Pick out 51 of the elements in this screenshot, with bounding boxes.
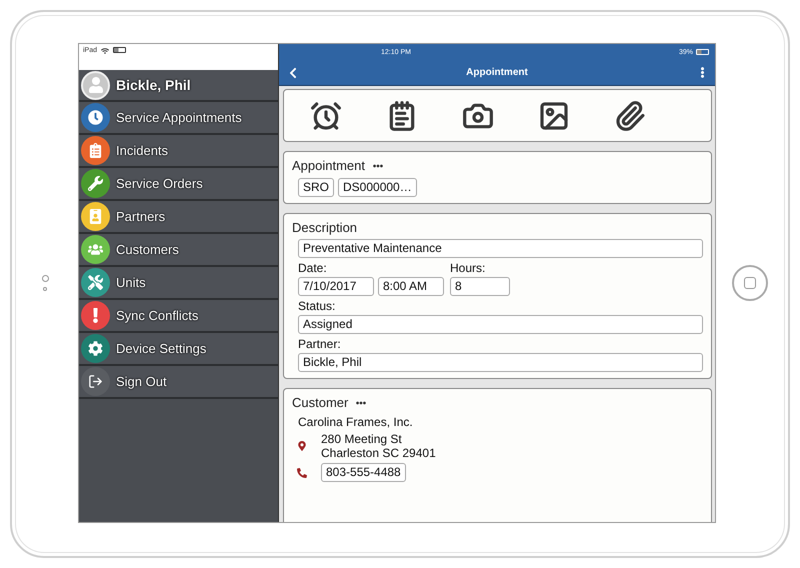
field-label: Hours: — [449, 261, 486, 275]
battery-icon — [696, 49, 709, 55]
menu-item[interactable]: Service Orders — [79, 168, 278, 201]
home-button[interactable] — [732, 265, 768, 301]
image-icon[interactable] — [538, 100, 570, 132]
menu-label: Sign Out — [116, 374, 167, 389]
input-field[interactable]: Assigned — [298, 315, 703, 334]
user-name: Bickle, Phil — [116, 77, 191, 93]
menu-item[interactable]: Device Settings — [79, 333, 278, 366]
field-label: Partner: — [297, 337, 342, 351]
address-line: Charleston SC 29401 — [321, 446, 436, 460]
menu-item[interactable]: Customers — [79, 234, 278, 267]
nav-title: Appointment — [465, 67, 529, 78]
card-title: Appointment — [292, 158, 365, 173]
input-field[interactable]: DS000000… — [338, 178, 417, 197]
card-title: Description — [292, 220, 358, 235]
user-row[interactable]: Bickle, Phil — [79, 70, 278, 102]
menu-item[interactable]: Service Appointments — [79, 102, 278, 135]
menu-label: Partners — [116, 209, 166, 224]
input-field[interactable]: Preventative Maintenance — [298, 239, 703, 258]
menu-label: Service Appointments — [116, 110, 242, 125]
date-field[interactable]: 7/10/2017 — [298, 277, 374, 296]
menu-label: Units — [116, 275, 146, 290]
phone-icon — [295, 468, 309, 478]
menu-label: Customers — [116, 242, 179, 257]
back-icon[interactable] — [287, 66, 299, 78]
menu-item[interactable]: Units — [79, 267, 278, 300]
field-label: Status: — [297, 299, 336, 313]
card-title: Customer — [292, 395, 348, 410]
customer-name: Carolina Frames, Inc. — [297, 415, 414, 429]
wifi-icon — [101, 47, 110, 55]
menu-label: Sync Conflicts — [116, 308, 198, 323]
camera-dot-icon — [42, 275, 48, 282]
menu-item[interactable]: Sign Out — [79, 366, 278, 399]
input-field[interactable]: SRO — [298, 178, 334, 197]
menu-item[interactable]: Partners — [79, 201, 278, 234]
battery-icon — [113, 47, 126, 53]
alarm-clock-icon[interactable] — [310, 100, 342, 132]
field-label: Date: — [297, 261, 328, 275]
time-field[interactable]: 8:00 AM — [378, 277, 444, 296]
address-line: 280 Meeting St — [321, 432, 403, 446]
input-field[interactable]: Bickle, Phil — [298, 353, 703, 372]
menu-label: Incidents — [116, 143, 168, 158]
menu-item[interactable]: Incidents — [79, 135, 278, 168]
menu-item[interactable]: Sync Conflicts — [79, 300, 278, 333]
paperclip-icon[interactable] — [614, 100, 646, 132]
phone-field[interactable]: 803-555-4488 — [321, 463, 406, 482]
menu-label: Device Settings — [116, 341, 206, 356]
sensor-dot-icon — [43, 287, 47, 291]
input-field[interactable]: 8 — [450, 277, 510, 296]
menu-label: Service Orders — [116, 176, 203, 191]
